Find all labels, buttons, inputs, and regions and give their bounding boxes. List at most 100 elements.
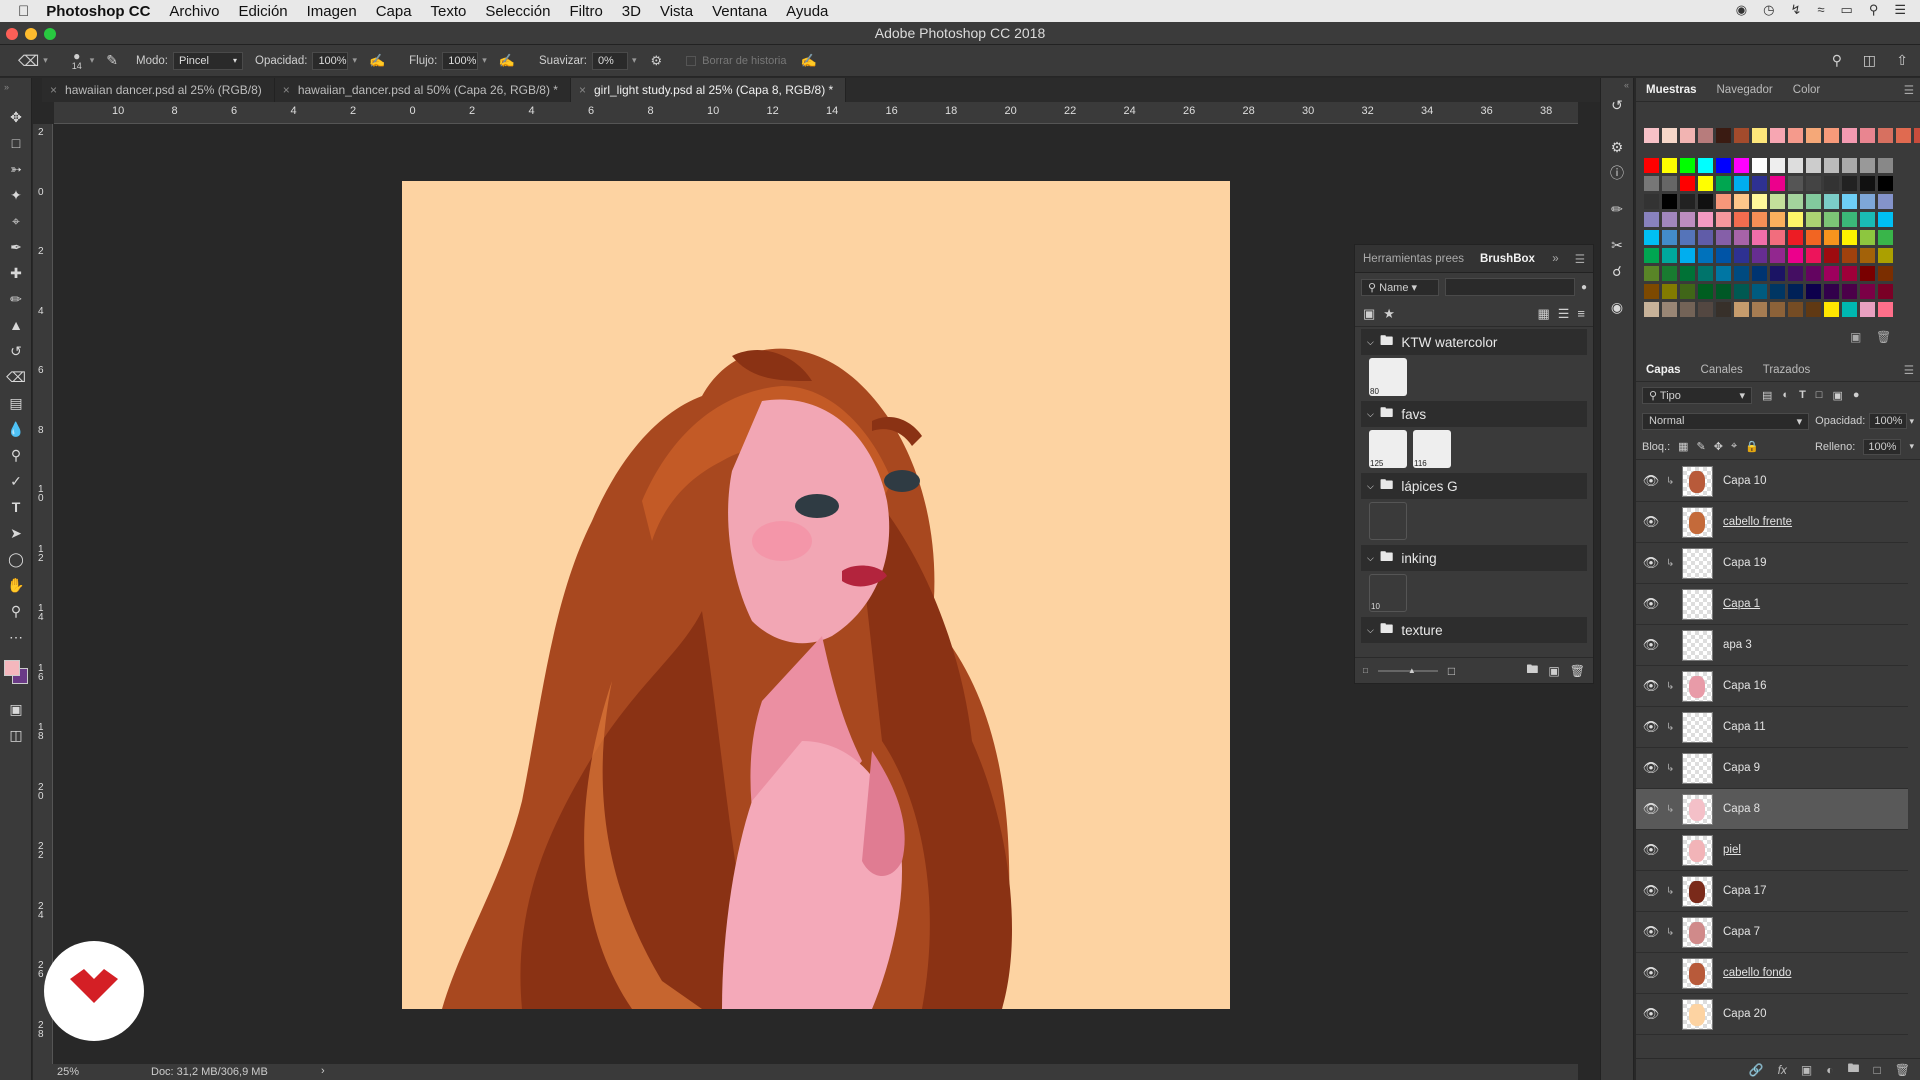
color-swatch[interactable] — [1824, 266, 1839, 281]
color-swatch[interactable] — [1824, 194, 1839, 209]
color-swatch[interactable] — [1644, 194, 1659, 209]
color-swatch[interactable] — [1860, 212, 1875, 227]
menu-texto[interactable]: Texto — [431, 3, 467, 20]
color-swatch[interactable] — [1806, 194, 1821, 209]
color-swatch[interactable] — [1806, 266, 1821, 281]
layer-thumbnail[interactable] — [1682, 834, 1713, 866]
eraser-tool-icon[interactable]: ⌫ — [18, 52, 39, 70]
tab-tool-presets[interactable]: Herramientas prees — [1355, 253, 1472, 265]
color-swatch[interactable] — [1770, 212, 1785, 227]
panel-collapse-icon[interactable]: « — [1601, 78, 1633, 92]
blur-tool-icon[interactable]: 💧 — [0, 416, 32, 442]
new-layer-icon[interactable]: □ — [1874, 1063, 1881, 1077]
color-swatch[interactable] — [1860, 266, 1875, 281]
share-icon[interactable]: ⇧ — [1896, 52, 1908, 69]
menu-ventana[interactable]: Ventana — [712, 3, 767, 20]
document-canvas[interactable] — [402, 181, 1230, 1009]
menu-imagen[interactable]: Imagen — [307, 3, 357, 20]
filter-smart-object-icon[interactable]: ▣ — [1832, 389, 1842, 402]
color-swatch[interactable] — [1734, 284, 1749, 299]
lock-transparency-icon[interactable]: ▦ — [1678, 440, 1688, 453]
new-group-icon[interactable]: 🖿 — [1848, 1059, 1860, 1080]
color-swatch[interactable] — [1824, 230, 1839, 245]
color-swatch[interactable] — [1860, 284, 1875, 299]
menu-archivo[interactable]: Archivo — [169, 3, 219, 20]
folder-texture[interactable]: ⌵ 🖿 texture — [1361, 617, 1587, 643]
layer-row[interactable]: 👁 cabello frente — [1636, 502, 1908, 543]
color-swatch[interactable] — [1806, 230, 1821, 245]
visibility-eye-icon[interactable]: 👁 — [1636, 473, 1666, 489]
visibility-eye-icon[interactable]: 👁 — [1636, 555, 1666, 571]
color-swatch[interactable] — [1770, 302, 1785, 317]
color-swatch[interactable] — [1734, 176, 1749, 191]
layer-opacity-input[interactable]: 100% — [1869, 413, 1908, 429]
color-swatch[interactable] — [1680, 284, 1695, 299]
color-swatch[interactable] — [1680, 128, 1695, 143]
layer-thumbnail[interactable] — [1682, 547, 1713, 579]
brush-preset-picker[interactable]: ● 14 — [72, 50, 82, 71]
tab-canales[interactable]: Canales — [1691, 364, 1753, 376]
color-swatch[interactable] — [1842, 302, 1857, 317]
brush-thumbnail[interactable]: 116 — [1413, 430, 1451, 468]
brush-thumbnail[interactable] — [1369, 502, 1407, 540]
layer-row[interactable]: 👁 ↳ Capa 19 — [1636, 543, 1908, 584]
color-swatch[interactable] — [1734, 212, 1749, 227]
layer-name[interactable]: Capa 17 — [1723, 885, 1766, 897]
tab-trazados[interactable]: Trazados — [1753, 364, 1821, 376]
layer-thumbnail[interactable] — [1682, 957, 1713, 989]
color-swatch[interactable] — [1734, 128, 1749, 143]
visibility-eye-icon[interactable]: 👁 — [1636, 637, 1666, 653]
color-swatch[interactable] — [1680, 230, 1695, 245]
color-swatch[interactable] — [1860, 230, 1875, 245]
color-swatch[interactable] — [1716, 128, 1731, 143]
color-swatch[interactable] — [1698, 128, 1713, 143]
flow-input[interactable]: 100% — [442, 51, 479, 70]
layer-name[interactable]: Capa 9 — [1723, 762, 1760, 774]
color-swatch[interactable] — [1680, 266, 1695, 281]
zoom-level[interactable]: 25% — [57, 1066, 79, 1078]
notification-center-icon[interactable]: ☰ — [1894, 2, 1906, 18]
menu-edicion[interactable]: Edición — [238, 3, 287, 20]
layer-name[interactable]: Capa 19 — [1723, 557, 1766, 569]
color-swatch[interactable] — [1734, 266, 1749, 281]
chevron-down-icon[interactable]: ▾ — [90, 55, 95, 66]
color-swatch[interactable] — [1680, 194, 1695, 209]
trash-icon[interactable]: 🗑 — [1570, 664, 1585, 678]
screen-mode-icon[interactable]: ◫ — [0, 722, 32, 748]
color-swatch[interactable] — [1716, 194, 1731, 209]
color-swatch[interactable] — [1716, 212, 1731, 227]
color-swatch[interactable] — [1860, 128, 1875, 143]
layer-name[interactable]: Capa 16 — [1723, 680, 1766, 692]
layer-thumbnail[interactable] — [1682, 588, 1713, 620]
color-swatch[interactable] — [1644, 176, 1659, 191]
layer-name[interactable]: Capa 7 — [1723, 926, 1760, 938]
color-swatch[interactable] — [1716, 302, 1731, 317]
layer-row[interactable]: 👁 piel — [1636, 830, 1908, 871]
visibility-eye-icon[interactable]: 👁 — [1636, 1006, 1666, 1022]
brushbox-search-input[interactable] — [1445, 278, 1575, 296]
layer-row[interactable]: 👁 Capa 1 — [1636, 584, 1908, 625]
more-tools-icon[interactable]: ⋯ — [0, 624, 32, 650]
filter-shape-icon[interactable]: □ — [1816, 389, 1823, 401]
menu-ayuda[interactable]: Ayuda — [786, 3, 828, 20]
layer-name[interactable]: apa 3 — [1723, 639, 1752, 651]
layer-row[interactable]: 👁 apa 3 — [1636, 625, 1908, 666]
grid-view-icon[interactable]: ▦ — [1537, 306, 1549, 322]
color-swatch[interactable] — [1752, 128, 1767, 143]
pressure-opacity-icon[interactable]: ✍ — [369, 53, 385, 69]
layer-thumbnail[interactable] — [1682, 506, 1713, 538]
layer-name[interactable]: cabello frente — [1723, 516, 1792, 528]
color-swatch[interactable] — [1752, 230, 1767, 245]
lock-position-icon[interactable]: ✥ — [1714, 440, 1723, 453]
link-layers-icon[interactable]: 🔗 — [1749, 1063, 1764, 1077]
chevron-down-icon[interactable]: ▾ — [632, 55, 637, 66]
color-swatch[interactable] — [1770, 248, 1785, 263]
visibility-eye-icon[interactable]: 👁 — [1636, 883, 1666, 899]
color-swatch[interactable] — [1716, 158, 1731, 173]
layer-row[interactable]: 👁 ↳ Capa 17 — [1636, 871, 1908, 912]
color-swatch[interactable] — [1878, 194, 1893, 209]
opacity-input[interactable]: 100% — [312, 51, 349, 70]
color-swatch[interactable] — [1770, 230, 1785, 245]
visibility-eye-icon[interactable]: 👁 — [1636, 596, 1666, 612]
lock-artboard-icon[interactable]: ⌖ — [1731, 440, 1737, 453]
